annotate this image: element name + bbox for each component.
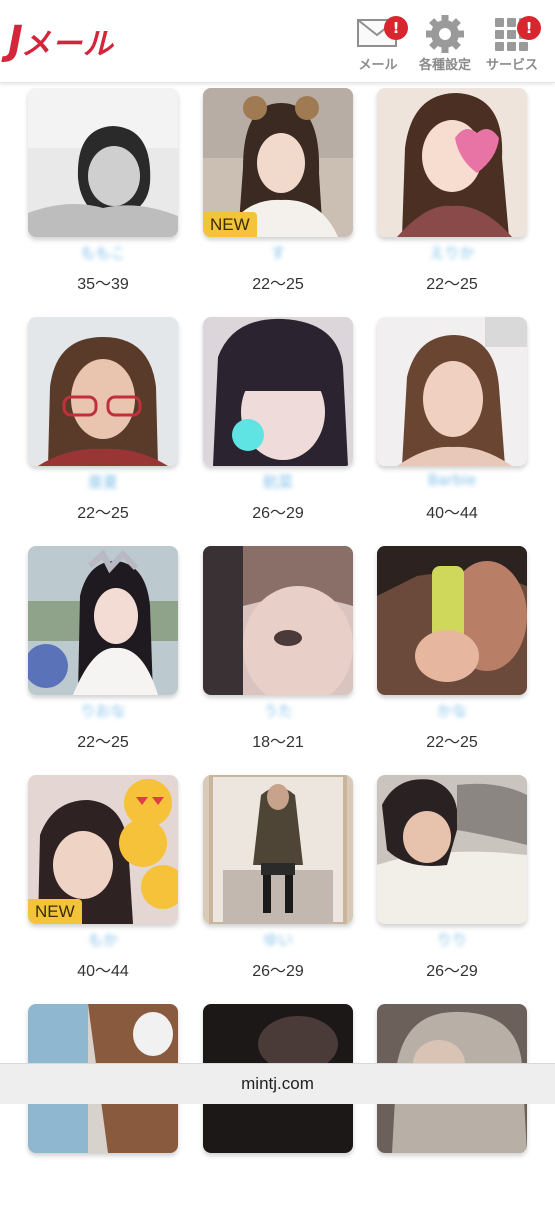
new-tag: NEW (203, 212, 257, 237)
profile-name: えりか (429, 244, 475, 262)
profile-age: 22〜25 (426, 276, 478, 293)
profile-photo[interactable]: NEW (203, 88, 353, 237)
profile-name: 亜夏 (87, 473, 118, 491)
profile-name: もか (87, 931, 118, 949)
logo-letter: J (8, 18, 23, 64)
profile-age: 26〜29 (252, 505, 304, 522)
profile-photo[interactable] (377, 775, 527, 924)
profile-name: す (270, 244, 286, 262)
gear-icon (426, 15, 464, 53)
profile-age: 22〜25 (426, 734, 478, 751)
profile-name: りり (436, 931, 467, 949)
profile-card[interactable]: ももこ 35〜39 (28, 88, 178, 298)
profile-photo[interactable] (377, 546, 527, 695)
profile-photo[interactable] (203, 546, 353, 695)
settings-label: 各種設定 (418, 58, 471, 73)
profile-card[interactable]: りおな 22〜25 (28, 546, 178, 756)
profile-photo[interactable] (377, 88, 527, 237)
app-header: Jメール ! メール 各種設定 ! サービス (0, 0, 555, 83)
profile-name: ももこ (80, 244, 126, 262)
profile-name: りおな (80, 702, 126, 720)
profile-age: 22〜25 (252, 276, 304, 293)
browser-url-bar[interactable]: mintj.com (0, 1063, 555, 1104)
mail-notification-badge: ! (384, 16, 408, 40)
profile-name: 航菜 (262, 473, 293, 491)
services-label: サービス (485, 58, 538, 73)
profile-card[interactable]: ゆい 26〜29 (203, 775, 353, 985)
profile-photo[interactable] (203, 317, 353, 466)
profile-card[interactable]: えりか 22〜25 (377, 88, 527, 298)
profile-card[interactable]: 亜夏 22〜25 (28, 317, 178, 527)
profile-photo[interactable] (28, 88, 178, 237)
profile-age: 26〜29 (252, 963, 304, 980)
mail-button[interactable]: ! メール (346, 10, 410, 74)
profile-card[interactable]: NEW もか 40〜44 (28, 775, 178, 985)
profile-card[interactable]: NEW す 22〜25 (203, 88, 353, 298)
profile-name: かな (436, 702, 467, 720)
profile-age: 35〜39 (77, 276, 129, 293)
profile-age: 18〜21 (252, 734, 304, 751)
profile-card[interactable]: Barbie 40〜44 (377, 317, 527, 527)
profile-age: 40〜44 (77, 963, 129, 980)
jmail-logo[interactable]: Jメール (8, 16, 114, 66)
profile-photo[interactable] (377, 317, 527, 466)
profile-card[interactable] (377, 1004, 527, 1214)
profile-photo[interactable]: NEW (28, 775, 178, 924)
profile-card[interactable]: うた 18〜21 (203, 546, 353, 756)
profile-age: 40〜44 (426, 505, 478, 522)
profile-photo[interactable] (28, 546, 178, 695)
profile-age: 22〜25 (77, 505, 129, 522)
logo-text: メール (20, 27, 114, 62)
profile-card[interactable]: 航菜 26〜29 (203, 317, 353, 527)
new-tag: NEW (28, 899, 82, 924)
profile-photo[interactable] (28, 317, 178, 466)
profile-card[interactable] (28, 1004, 178, 1214)
profile-age: 22〜25 (77, 734, 129, 751)
profile-card[interactable]: りり 26〜29 (377, 775, 527, 985)
profile-age: 26〜29 (426, 963, 478, 980)
profile-name: ゆい (262, 931, 293, 949)
mail-label: メール (358, 58, 398, 73)
profile-card[interactable]: かな 22〜25 (377, 546, 527, 756)
profile-name: Barbie (427, 471, 477, 489)
services-notification-badge: ! (517, 16, 541, 40)
settings-button[interactable]: 各種設定 (413, 10, 477, 74)
profile-name: うた (262, 702, 293, 720)
services-button[interactable]: ! サービス (480, 10, 544, 74)
profile-photo[interactable] (203, 775, 353, 924)
profile-card[interactable] (203, 1004, 353, 1214)
